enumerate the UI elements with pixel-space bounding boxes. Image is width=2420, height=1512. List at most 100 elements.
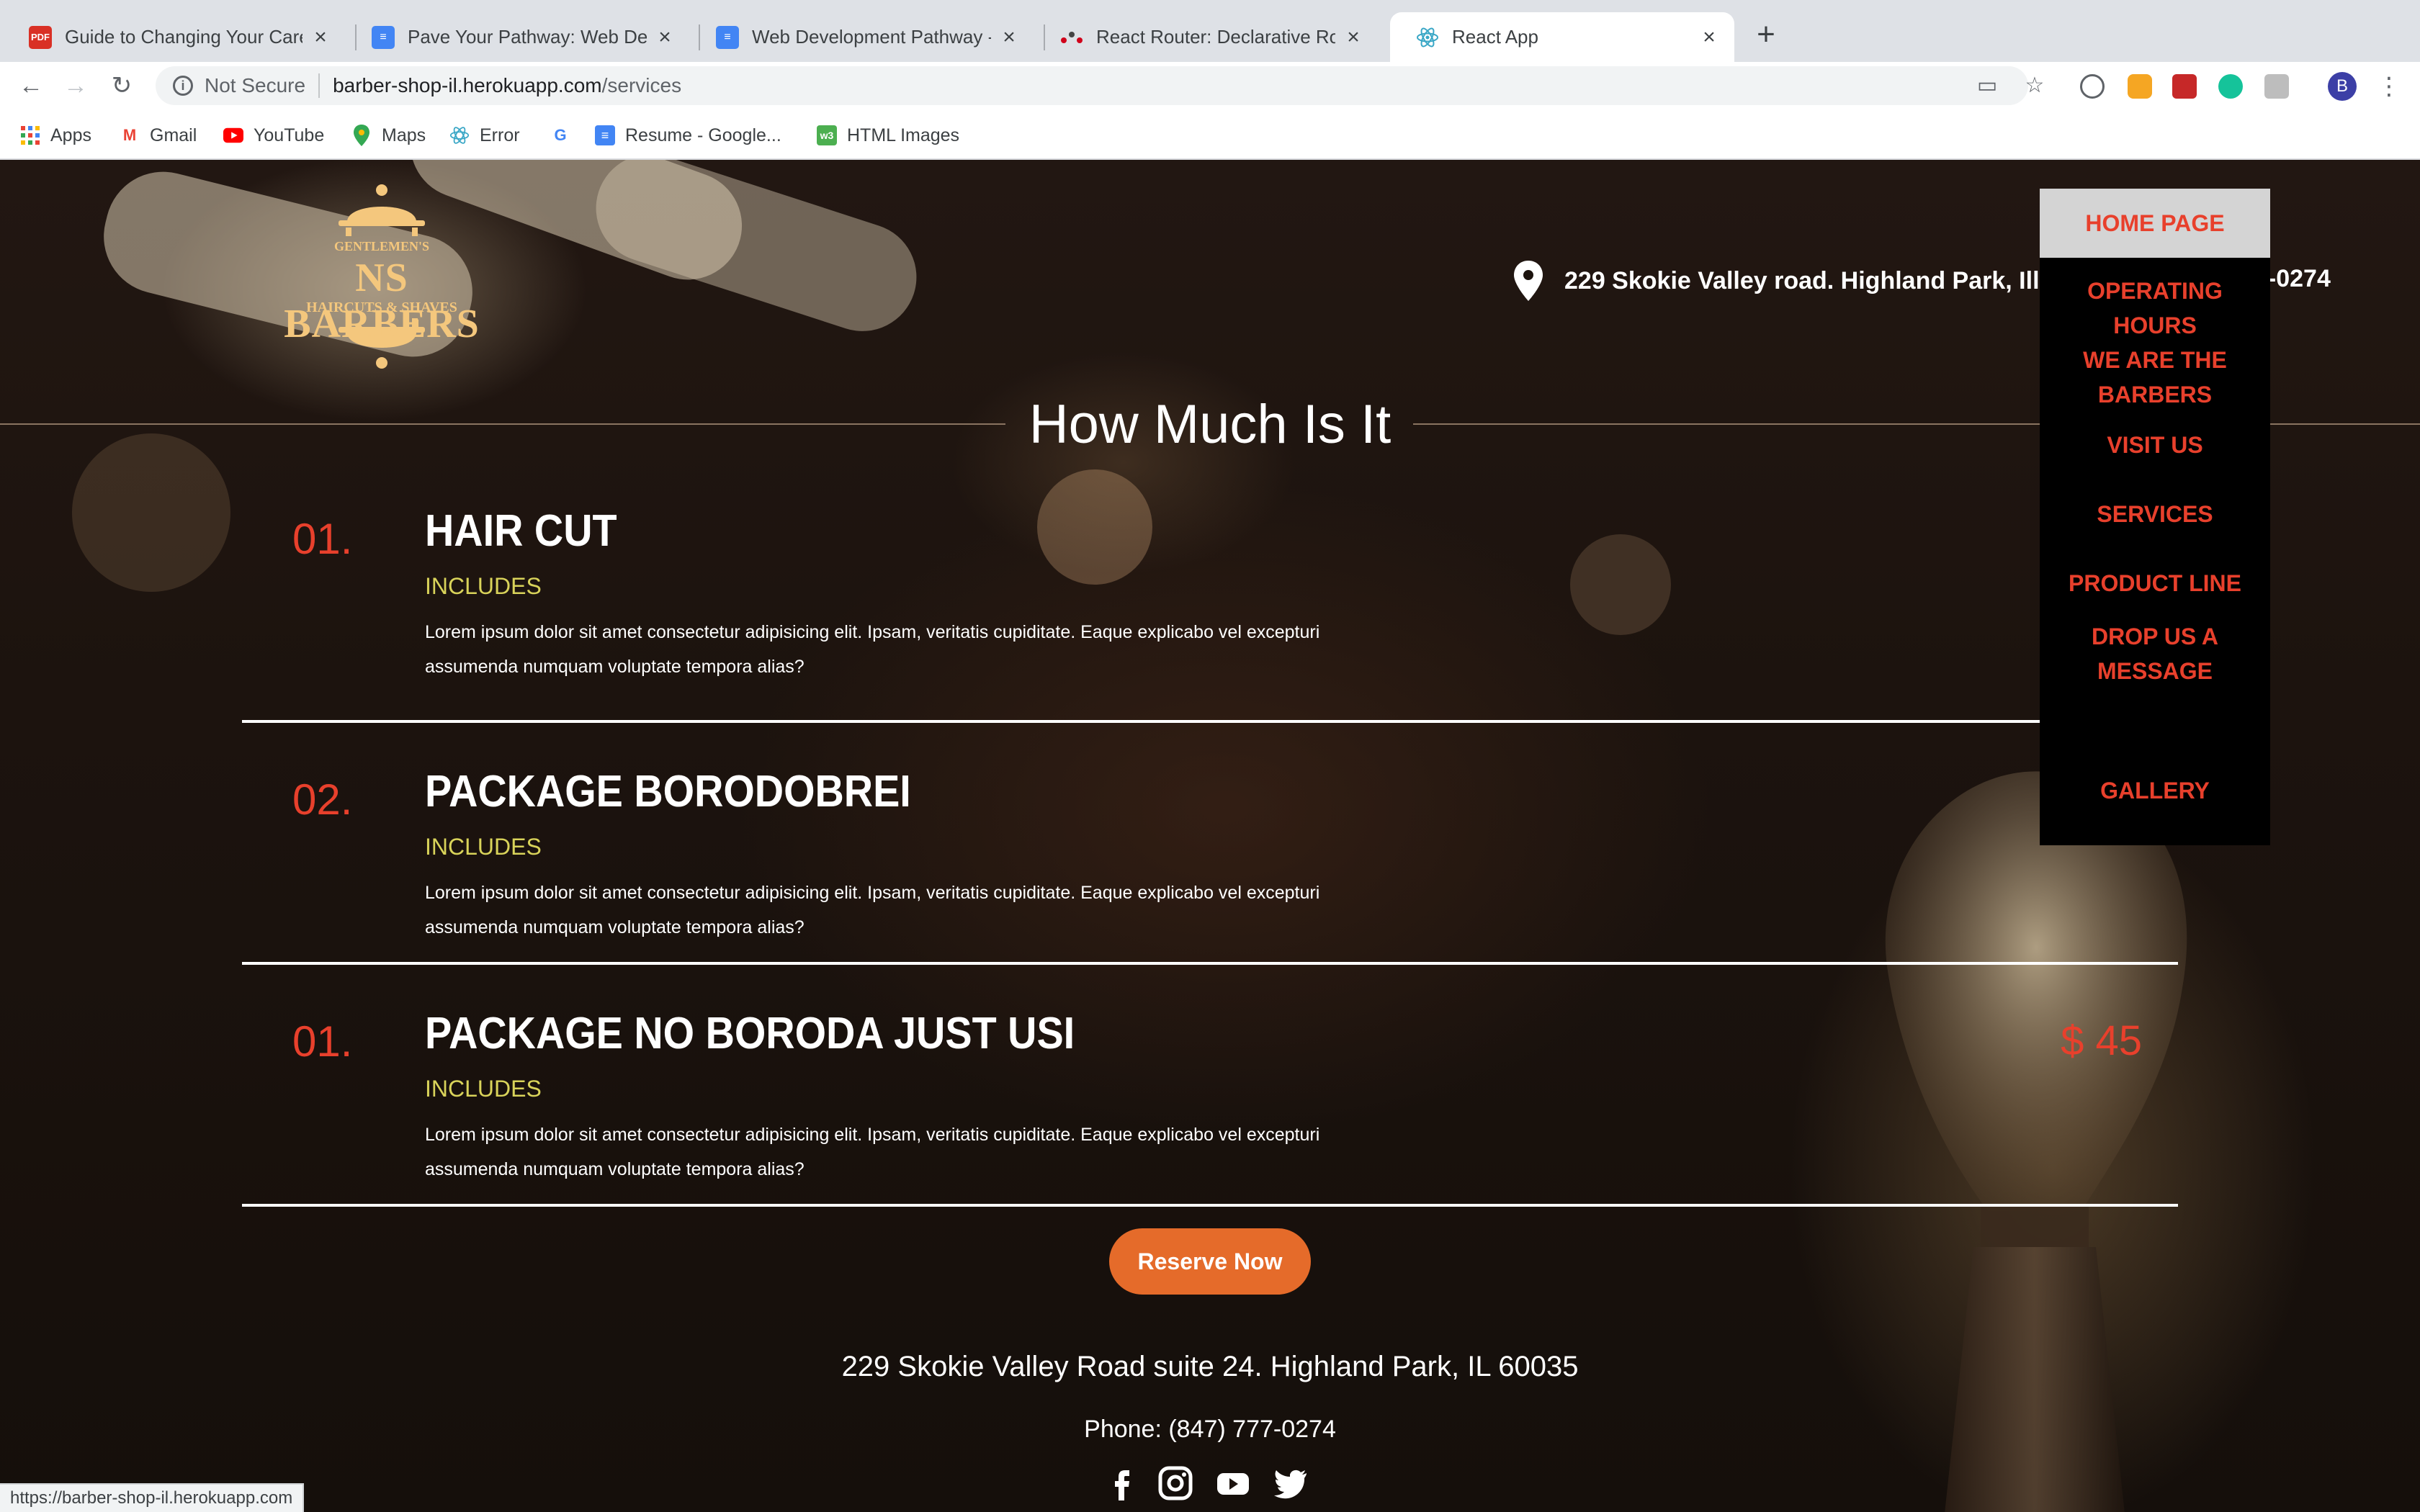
web-page: GENTLEMEN'S NS BARBERS HAIRCUTS & SHAVES… (0, 160, 2420, 1512)
service-item: 01. PACKAGE NO BORODA JUST USI INCLUDES … (242, 965, 2178, 1207)
bookmark-gmail[interactable]: M Gmail (120, 122, 197, 148)
more-menu-icon[interactable]: ⋮ (2377, 72, 2401, 101)
bookmark-label: HTML Images (847, 125, 960, 145)
gmail-icon: M (122, 126, 137, 144)
tab-title: Web Development Pathway - G (752, 26, 991, 48)
tab-title: React Router: Declarative Rout (1096, 26, 1335, 48)
service-description: Lorem ipsum dolor sit amet consectetur a… (425, 1125, 1320, 1179)
close-icon[interactable]: × (1698, 26, 1720, 48)
logo-tagline-top: GENTLEMEN'S (333, 239, 430, 253)
menu-item-barbers[interactable]: WE ARE THE BARBERS (2040, 343, 2270, 412)
link-status-bar: https://barber-shop-il.herokuapp.com (0, 1483, 305, 1512)
bookmark-apps[interactable]: Apps (20, 122, 91, 148)
footer-address: 229 Skokie Valley Road suite 24. Highlan… (841, 1351, 1579, 1382)
back-button[interactable]: ← (14, 69, 48, 102)
reload-button[interactable]: ↻ (105, 69, 138, 102)
service-number: 01. (292, 515, 353, 563)
bookmark-error[interactable]: Error (449, 122, 520, 148)
new-tab-button[interactable]: + (1752, 19, 1780, 50)
footer-phone[interactable]: Phone: (847) 777-0274 (0, 1416, 2420, 1444)
twitter-icon[interactable] (1272, 1464, 1309, 1502)
security-label: Not Secure (205, 74, 306, 96)
reserve-now-button[interactable]: Reserve Now (1109, 1228, 1311, 1295)
bookmark-label: Error (480, 125, 520, 145)
service-includes-label: INCLUDES (425, 834, 542, 860)
bookmark-label: Maps (382, 125, 426, 145)
close-icon[interactable]: × (998, 26, 1020, 48)
menu-item-drop-message[interactable]: DROP US A MESSAGE (2040, 619, 2270, 688)
bookmark-html-images[interactable]: w3 HTML Images (817, 122, 959, 148)
menu-item-gallery[interactable]: GALLERY (2040, 773, 2270, 808)
logo-tagline-bottom: HAIRCUTS & SHAVES (306, 300, 457, 315)
omnibox-divider (318, 73, 321, 98)
bookmark-google[interactable]: G (550, 122, 581, 148)
url-path: /services (601, 74, 682, 96)
tab-pave-pathway[interactable]: ≡ Pave Your Pathway: Web Dev C × (346, 12, 690, 62)
star-icon[interactable]: ☆ (2022, 73, 2047, 98)
location-pin-icon (1514, 261, 1543, 301)
w3schools-icon: w3 (817, 125, 837, 145)
bookmark-label: YouTube (254, 125, 325, 145)
bookmark-resume[interactable]: ≡ Resume - Google... (595, 122, 781, 148)
tab-title: Pave Your Pathway: Web Dev C (408, 26, 647, 48)
bookmark-label: Apps (50, 125, 91, 145)
section-title: How Much Is It (1028, 394, 1392, 455)
close-icon[interactable]: × (1343, 26, 1364, 48)
close-icon[interactable]: × (310, 26, 331, 48)
youtube-icon[interactable] (1214, 1464, 1252, 1502)
menu-item-label: OPERATING (2087, 278, 2223, 304)
service-description: Lorem ipsum dolor sit amet consectetur a… (425, 883, 1320, 937)
menu-item-label: WE ARE THE (2083, 347, 2227, 373)
url-omnibox[interactable]: i Not Secure barber-shop-il.herokuapp.co… (156, 66, 2028, 105)
service-name: PACKAGE NO BORODA JUST USI (425, 1009, 1075, 1058)
close-icon[interactable]: × (654, 26, 676, 48)
header-address-text: 229 Skokie Valley road. Highland Park, I… (1564, 266, 2056, 294)
tab-title: Guide to Changing Your Career (65, 26, 302, 48)
heading-rule-left (0, 423, 1005, 425)
docs-icon: ≡ (595, 125, 615, 145)
tab-react-app[interactable]: React App × (1390, 12, 1734, 62)
tab-webdev-pathway[interactable]: ≡ Web Development Pathway - G × (690, 12, 1034, 62)
bookmark-maps[interactable]: Maps (351, 122, 426, 148)
tab-guide-career[interactable]: PDF Guide to Changing Your Career × (3, 12, 346, 62)
grammarly-icon[interactable] (2218, 74, 2243, 99)
background-pill (582, 160, 931, 346)
google-icon: G (554, 126, 567, 144)
service-name: HAIR CUT (425, 506, 617, 556)
cast-icon[interactable]: ▭ (1975, 73, 1999, 98)
tab-strip: PDF Guide to Changing Your Career × ≡ Pa… (0, 0, 2420, 62)
menu-item-services[interactable]: SERVICES (2040, 497, 2270, 531)
menu-item-product-line[interactable]: PRODUCT LINE (2040, 566, 2270, 600)
service-price: $ 45 (2061, 1017, 2142, 1064)
menu-item-label: MESSAGE (2097, 658, 2213, 684)
bookmark-youtube[interactable]: YouTube (223, 122, 324, 148)
extension-red-icon[interactable] (2172, 74, 2197, 99)
facebook-icon[interactable] (1103, 1464, 1141, 1502)
bookmarks-bar: Apps M Gmail YouTube Maps Error G ≡ Resu… (0, 109, 2420, 160)
address-bar-row: ← → ↻ i Not Secure barber-shop-il.heroku… (0, 62, 2420, 109)
url-host: barber-shop-il.herokuapp.com (333, 74, 602, 96)
forward-button[interactable]: → (59, 69, 92, 102)
maps-icon (351, 125, 372, 146)
docs-icon: ≡ (716, 25, 739, 49)
tab-react-router[interactable]: React Router: Declarative Rout × (1034, 12, 1379, 62)
menu-item-label: HOURS (2113, 312, 2197, 338)
nav-dropdown-menu: HOME PAGE OPERATING HOURS WE ARE THE BAR… (2040, 189, 2270, 845)
header-address[interactable]: 229 Skokie Valley road. Highland Park, I… (1512, 261, 2056, 301)
extension-icon[interactable] (2080, 74, 2105, 99)
site-logo[interactable]: GENTLEMEN'S NS BARBERS HAIRCUTS & SHAVES (252, 174, 511, 383)
menu-item-visit-us[interactable]: VISIT US (2040, 428, 2270, 462)
react-icon (449, 125, 470, 145)
react-icon (1416, 26, 1439, 49)
menu-item-home-page[interactable]: HOME PAGE (2040, 189, 2270, 258)
tab-title: React App (1452, 26, 1538, 48)
menu-item-label: BARBERS (2097, 382, 2213, 408)
extension-puzzle-icon[interactable] (2264, 74, 2289, 99)
bokeh-light (72, 433, 230, 592)
info-icon[interactable]: i (173, 76, 193, 96)
profile-avatar[interactable]: B (2328, 72, 2357, 101)
youtube-icon (223, 125, 243, 145)
menu-item-operating-hours[interactable]: OPERATING HOURS (2040, 274, 2270, 343)
extension-honey-icon[interactable] (2128, 74, 2152, 99)
instagram-icon[interactable] (1157, 1464, 1194, 1502)
